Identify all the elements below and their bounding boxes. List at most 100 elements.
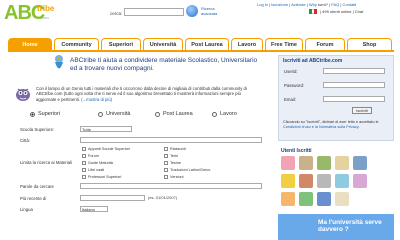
register-button[interactable]: Iscriviti xyxy=(352,107,372,114)
checkbox-label: Appunti Scuole Superiori xyxy=(88,147,130,151)
checkbox-box[interactable] xyxy=(164,168,168,172)
limit-label: Limita la ricerca ai Materiali xyxy=(20,160,73,165)
checkbox-tesine[interactable]: Tesine xyxy=(164,161,181,165)
city-label: Città: xyxy=(20,138,31,143)
register-title: Iscriviti ad ABCtribe.com xyxy=(283,58,343,64)
consent-text: Cliccando su "Iscriviti", dichiari di av… xyxy=(283,120,379,124)
checkbox-box[interactable] xyxy=(164,154,168,158)
email-label: Email: xyxy=(284,97,296,102)
search-label: cerca: xyxy=(110,11,123,16)
italy-flag-icon[interactable] xyxy=(309,9,318,14)
email-input[interactable] xyxy=(323,96,385,102)
radio-label: Superiori xyxy=(38,111,61,117)
language-select[interactable]: Italiano xyxy=(80,206,108,212)
keywords-input[interactable] xyxy=(80,183,262,189)
user-avatar[interactable] xyxy=(299,156,313,170)
password-input[interactable] xyxy=(323,82,385,88)
user-avatar[interactable] xyxy=(299,192,313,206)
radio-lavoro[interactable]: Lavoro xyxy=(212,111,237,117)
user-avatar[interactable] xyxy=(281,192,295,206)
radio-dot[interactable] xyxy=(155,111,160,117)
checkbox-libri-usati[interactable]: Libri usati xyxy=(82,168,104,172)
checkbox-box[interactable] xyxy=(82,168,86,172)
logo-tribe: tribe xyxy=(37,4,55,13)
checkbox-label: Versioni xyxy=(170,175,184,179)
why-suffix: tomt? xyxy=(316,2,328,7)
city-input[interactable] xyxy=(80,137,262,143)
radio-dot[interactable] xyxy=(98,111,103,117)
description-text: Con il lampo di un Genio tutti i materia… xyxy=(36,86,247,102)
radio-label: Lavoro xyxy=(220,111,237,117)
promo-title[interactable]: Ma l'università serve davvero ? xyxy=(318,219,390,233)
radio-dot[interactable] xyxy=(30,111,35,117)
user-avatar[interactable] xyxy=(335,192,349,206)
login-link[interactable]: Log in xyxy=(257,2,268,7)
checkbox-label: Tesine xyxy=(170,161,181,165)
date-input[interactable] xyxy=(80,195,145,201)
checkbox-appunti[interactable]: Appunti Scuole Superiori xyxy=(82,147,130,151)
checkbox-traduzioni[interactable]: Traduzioni Latino/Greco xyxy=(164,168,210,172)
checkbox-box[interactable] xyxy=(82,161,86,165)
radio-post-laurea[interactable]: Post Laurea xyxy=(155,111,193,117)
users-online[interactable]: | 499 utenti online | Chat xyxy=(320,9,363,14)
logo-com: .com xyxy=(40,15,49,20)
checkbox-temi[interactable]: Temi xyxy=(164,154,178,158)
checkbox-box[interactable] xyxy=(164,147,168,151)
checkbox-forum[interactable]: Forum xyxy=(82,154,99,158)
user-avatar[interactable] xyxy=(317,156,331,170)
checkbox-label: Forum xyxy=(88,154,99,158)
checkbox-box[interactable] xyxy=(82,154,86,158)
register-consent: Cliccando su "Iscriviti", dichiari di av… xyxy=(283,120,391,129)
radio-dot[interactable] xyxy=(212,111,217,117)
nav-underline xyxy=(8,50,394,52)
user-avatar[interactable] xyxy=(281,156,295,170)
radio-label: Post Laurea xyxy=(163,111,193,117)
show-more-link[interactable]: (...mostra di più) xyxy=(81,97,112,102)
user-avatar[interactable] xyxy=(335,174,349,188)
checkbox-professori[interactable]: Professori Superiori xyxy=(82,175,121,179)
checkbox-label: Professori Superiori xyxy=(88,175,122,179)
school-select[interactable]: Tutte xyxy=(80,126,132,132)
why-link[interactable]: Why xyxy=(309,2,317,7)
checkbox-label: Libri usati xyxy=(88,168,105,172)
description: Con il lampo di un Genio tutti i materia… xyxy=(36,86,261,102)
site-logo[interactable]: ABC tribe .com xyxy=(4,2,54,26)
user-avatar[interactable] xyxy=(281,174,295,188)
language-label: Lingua xyxy=(20,207,33,212)
search-icon[interactable] xyxy=(186,5,198,17)
user-avatar[interactable] xyxy=(335,156,349,170)
search-input[interactable] xyxy=(124,8,184,16)
users-title: Utenti Iscritti xyxy=(281,148,312,154)
radio-superiori[interactable]: Superiori xyxy=(30,111,60,117)
user-avatar[interactable] xyxy=(353,156,367,170)
checkbox-box[interactable] xyxy=(164,161,168,165)
checkbox-riassunti[interactable]: Riassunti xyxy=(164,147,186,151)
user-avatar[interactable] xyxy=(299,174,313,188)
checkbox-label: Temi xyxy=(170,154,179,158)
companies-link[interactable]: Aziende xyxy=(291,2,305,7)
checkbox-versioni[interactable]: Versioni xyxy=(164,175,184,179)
register-link[interactable]: Iscrizione xyxy=(271,2,288,7)
username-input[interactable] xyxy=(323,68,385,74)
user-avatar[interactable] xyxy=(317,192,331,206)
date-hint: (es. 01/01/2007) xyxy=(148,195,178,200)
checkbox-label: Traduzioni Latino/Greco xyxy=(170,168,211,172)
terms-privacy-link[interactable]: Condizioni d'uso e la Normativa sulla Pr… xyxy=(283,125,358,129)
user-avatar[interactable] xyxy=(317,174,331,188)
checkbox-guide-maturita[interactable]: Guide Maturità xyxy=(82,161,113,165)
hero-text: ABCtribe ti aiuta a condividere material… xyxy=(70,57,258,72)
consent-end: . xyxy=(358,124,360,129)
user-avatar[interactable] xyxy=(353,174,367,188)
radio-label: Università xyxy=(106,111,131,117)
radio-universita[interactable]: Università xyxy=(98,111,130,117)
contacts-link[interactable]: Contatti xyxy=(343,2,357,7)
language-select-value: Italiano xyxy=(82,207,95,212)
checkbox-box[interactable] xyxy=(164,175,168,179)
password-label: Password: xyxy=(284,83,305,88)
keywords-label: Parole da cercare xyxy=(20,184,54,189)
advanced-search-link[interactable]: Ricerca avanzata xyxy=(201,6,231,16)
mascot-icon xyxy=(16,88,30,101)
top-links: Log in | Iscrizione | Aziende | Why tomt… xyxy=(257,2,356,7)
checkbox-box[interactable] xyxy=(82,147,86,151)
checkbox-box[interactable] xyxy=(82,175,86,179)
